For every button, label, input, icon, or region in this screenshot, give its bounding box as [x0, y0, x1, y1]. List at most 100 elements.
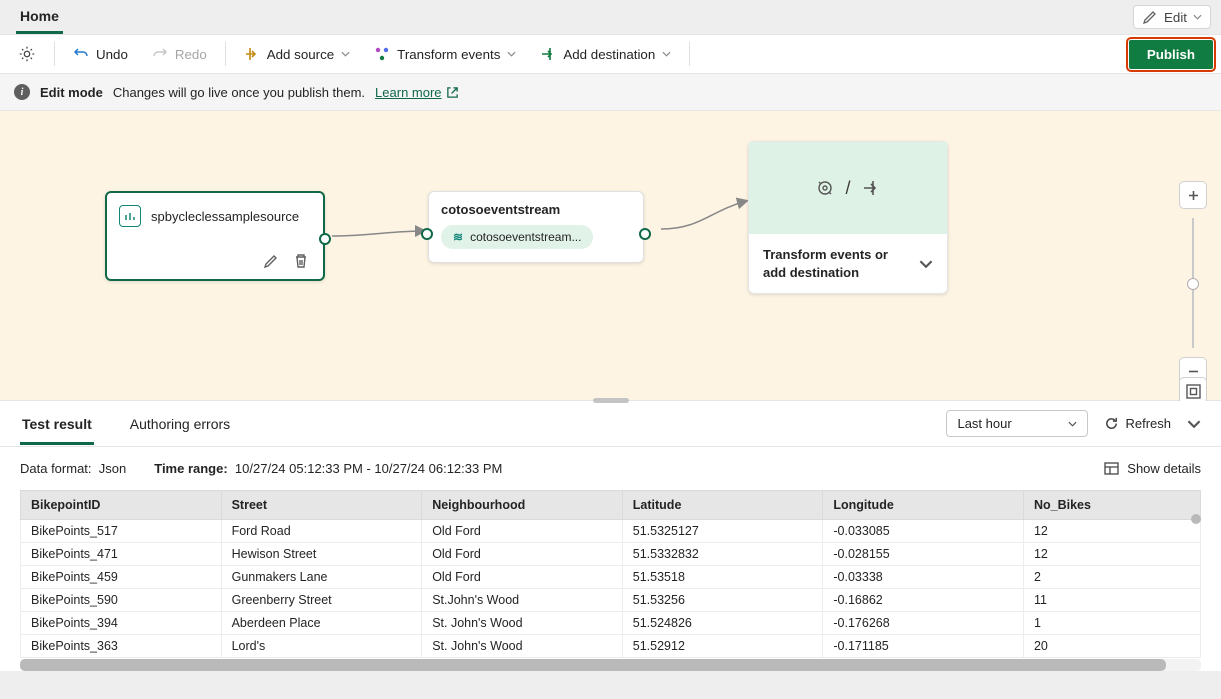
- info-icon: i: [14, 84, 30, 100]
- vertical-scrollbar[interactable]: [1191, 512, 1201, 644]
- chevron-down-icon[interactable]: [919, 257, 933, 271]
- horizontal-scrollbar[interactable]: [20, 659, 1201, 671]
- learn-more-link[interactable]: Learn more: [375, 85, 458, 100]
- node-eventstream[interactable]: cotosoeventstream ≋ cotosoeventstream...: [428, 191, 644, 263]
- show-details-button[interactable]: Show details: [1104, 461, 1201, 476]
- redo-button[interactable]: Redo: [142, 40, 217, 68]
- edit-mode-banner: i Edit mode Changes will go live once yo…: [0, 74, 1221, 111]
- column-header[interactable]: Street: [221, 491, 422, 520]
- tab-authoring-errors[interactable]: Authoring errors: [128, 403, 232, 445]
- table-row[interactable]: BikePoints_590Greenberry StreetSt.John's…: [21, 589, 1201, 612]
- redo-icon: [152, 46, 168, 62]
- time-filter-dropdown[interactable]: Last hour: [946, 410, 1088, 437]
- table-cell: 51.524826: [622, 612, 823, 635]
- output-port[interactable]: [319, 233, 331, 245]
- table-cell: St.John's Wood: [422, 589, 623, 612]
- tab-test-result[interactable]: Test result: [20, 403, 94, 445]
- time-range-value: 10/27/24 05:12:33 PM - 10/27/24 06:12:33…: [235, 461, 502, 476]
- zoom-slider[interactable]: [1192, 218, 1194, 348]
- undo-icon: [73, 46, 89, 62]
- toolbar-sep: [689, 42, 690, 66]
- edit-mode-message: Changes will go live once you publish th…: [113, 85, 365, 100]
- table-row[interactable]: BikePoints_394Aberdeen PlaceSt. John's W…: [21, 612, 1201, 635]
- column-header[interactable]: BikepointID: [21, 491, 222, 520]
- table-cell: BikePoints_471: [21, 543, 222, 566]
- add-source-button[interactable]: Add source: [234, 40, 360, 68]
- table-cell: BikePoints_459: [21, 566, 222, 589]
- table-header-row: BikepointID Street Neighbourhood Latitud…: [21, 491, 1201, 520]
- add-destination-button[interactable]: Add destination: [530, 40, 681, 68]
- zoom-in-button[interactable]: [1179, 181, 1207, 209]
- data-format-value: Json: [99, 461, 126, 476]
- zoom-control: [1179, 181, 1207, 385]
- table-cell: Old Ford: [422, 520, 623, 543]
- table-cell: 12: [1023, 520, 1200, 543]
- settings-button[interactable]: [8, 39, 46, 69]
- designer-canvas[interactable]: spbycleclessamplesource cotosoeventstrea…: [0, 111, 1221, 401]
- edit-dropdown-label: Edit: [1164, 10, 1187, 25]
- table-cell: 51.53518: [622, 566, 823, 589]
- table-cell: 1: [1023, 612, 1200, 635]
- publish-button[interactable]: Publish: [1129, 40, 1213, 69]
- input-port[interactable]: [421, 228, 433, 240]
- table-cell: 51.5332832: [622, 543, 823, 566]
- table-cell: Ford Road: [221, 520, 422, 543]
- panel-drag-handle[interactable]: [593, 398, 629, 403]
- table-cell: -0.176268: [823, 612, 1024, 635]
- table-cell: -0.16862: [823, 589, 1024, 612]
- gear-icon: [18, 45, 36, 63]
- time-range-label: Time range:: [154, 461, 227, 476]
- table-cell: -0.033085: [823, 520, 1024, 543]
- chevron-down-icon: [1068, 421, 1077, 427]
- table-cell: BikePoints_363: [21, 635, 222, 658]
- table-cell: 20: [1023, 635, 1200, 658]
- undo-button[interactable]: Undo: [63, 40, 138, 68]
- main-toolbar: Undo Redo Add source Transform events Ad…: [0, 34, 1221, 74]
- table-row[interactable]: BikePoints_471Hewison StreetOld Ford51.5…: [21, 543, 1201, 566]
- output-port[interactable]: [639, 228, 651, 240]
- table-cell: St. John's Wood: [422, 635, 623, 658]
- source-type-icon: [119, 205, 141, 227]
- transform-icon: [374, 46, 390, 62]
- chevron-down-icon[interactable]: [1187, 417, 1201, 431]
- chevron-down-icon: [507, 51, 516, 57]
- slash: /: [845, 178, 850, 199]
- zoom-thumb[interactable]: [1187, 278, 1199, 290]
- column-header[interactable]: Neighbourhood: [422, 491, 623, 520]
- transform-events-button[interactable]: Transform events: [364, 40, 526, 68]
- stream-chip[interactable]: ≋ cotosoeventstream...: [441, 225, 593, 249]
- table-cell: -0.03338: [823, 566, 1024, 589]
- edit-dropdown-button[interactable]: Edit: [1133, 5, 1211, 29]
- refresh-button[interactable]: Refresh: [1104, 416, 1171, 431]
- stream-icon: ≋: [453, 230, 463, 244]
- table-cell: 51.5325127: [622, 520, 823, 543]
- results-table: BikepointID Street Neighbourhood Latitud…: [20, 490, 1201, 658]
- bottom-panel: Test result Authoring errors Last hour R…: [0, 401, 1221, 671]
- table-cell: -0.171185: [823, 635, 1024, 658]
- table-row[interactable]: BikePoints_517Ford RoadOld Ford51.532512…: [21, 520, 1201, 543]
- pencil-icon[interactable]: [263, 253, 279, 269]
- chevron-down-icon: [1193, 14, 1202, 20]
- table-cell: 11: [1023, 589, 1200, 612]
- tab-home[interactable]: Home: [16, 1, 63, 34]
- column-header[interactable]: Latitude: [622, 491, 823, 520]
- refresh-icon: [1104, 416, 1119, 431]
- column-header[interactable]: Longitude: [823, 491, 1024, 520]
- details-icon: [1104, 462, 1119, 475]
- column-header[interactable]: No_Bikes: [1023, 491, 1200, 520]
- source-node-name: spbycleclessamplesource: [151, 209, 299, 224]
- table-row[interactable]: BikePoints_459Gunmakers LaneOld Ford51.5…: [21, 566, 1201, 589]
- table-cell: BikePoints_394: [21, 612, 222, 635]
- table-cell: -0.028155: [823, 543, 1024, 566]
- table-cell: Lord's: [221, 635, 422, 658]
- table-cell: BikePoints_517: [21, 520, 222, 543]
- table-row[interactable]: BikePoints_363Lord'sSt. John's Wood51.52…: [21, 635, 1201, 658]
- trash-icon[interactable]: [293, 253, 309, 269]
- node-destination-placeholder[interactable]: / Transform events or add destination: [748, 141, 948, 294]
- pencil-icon: [1142, 9, 1158, 25]
- table-cell: Greenberry Street: [221, 589, 422, 612]
- table-cell: 51.53256: [622, 589, 823, 612]
- external-link-icon: [446, 86, 459, 99]
- stream-node-title: cotosoeventstream: [441, 202, 631, 217]
- node-source[interactable]: spbycleclessamplesource: [105, 191, 325, 281]
